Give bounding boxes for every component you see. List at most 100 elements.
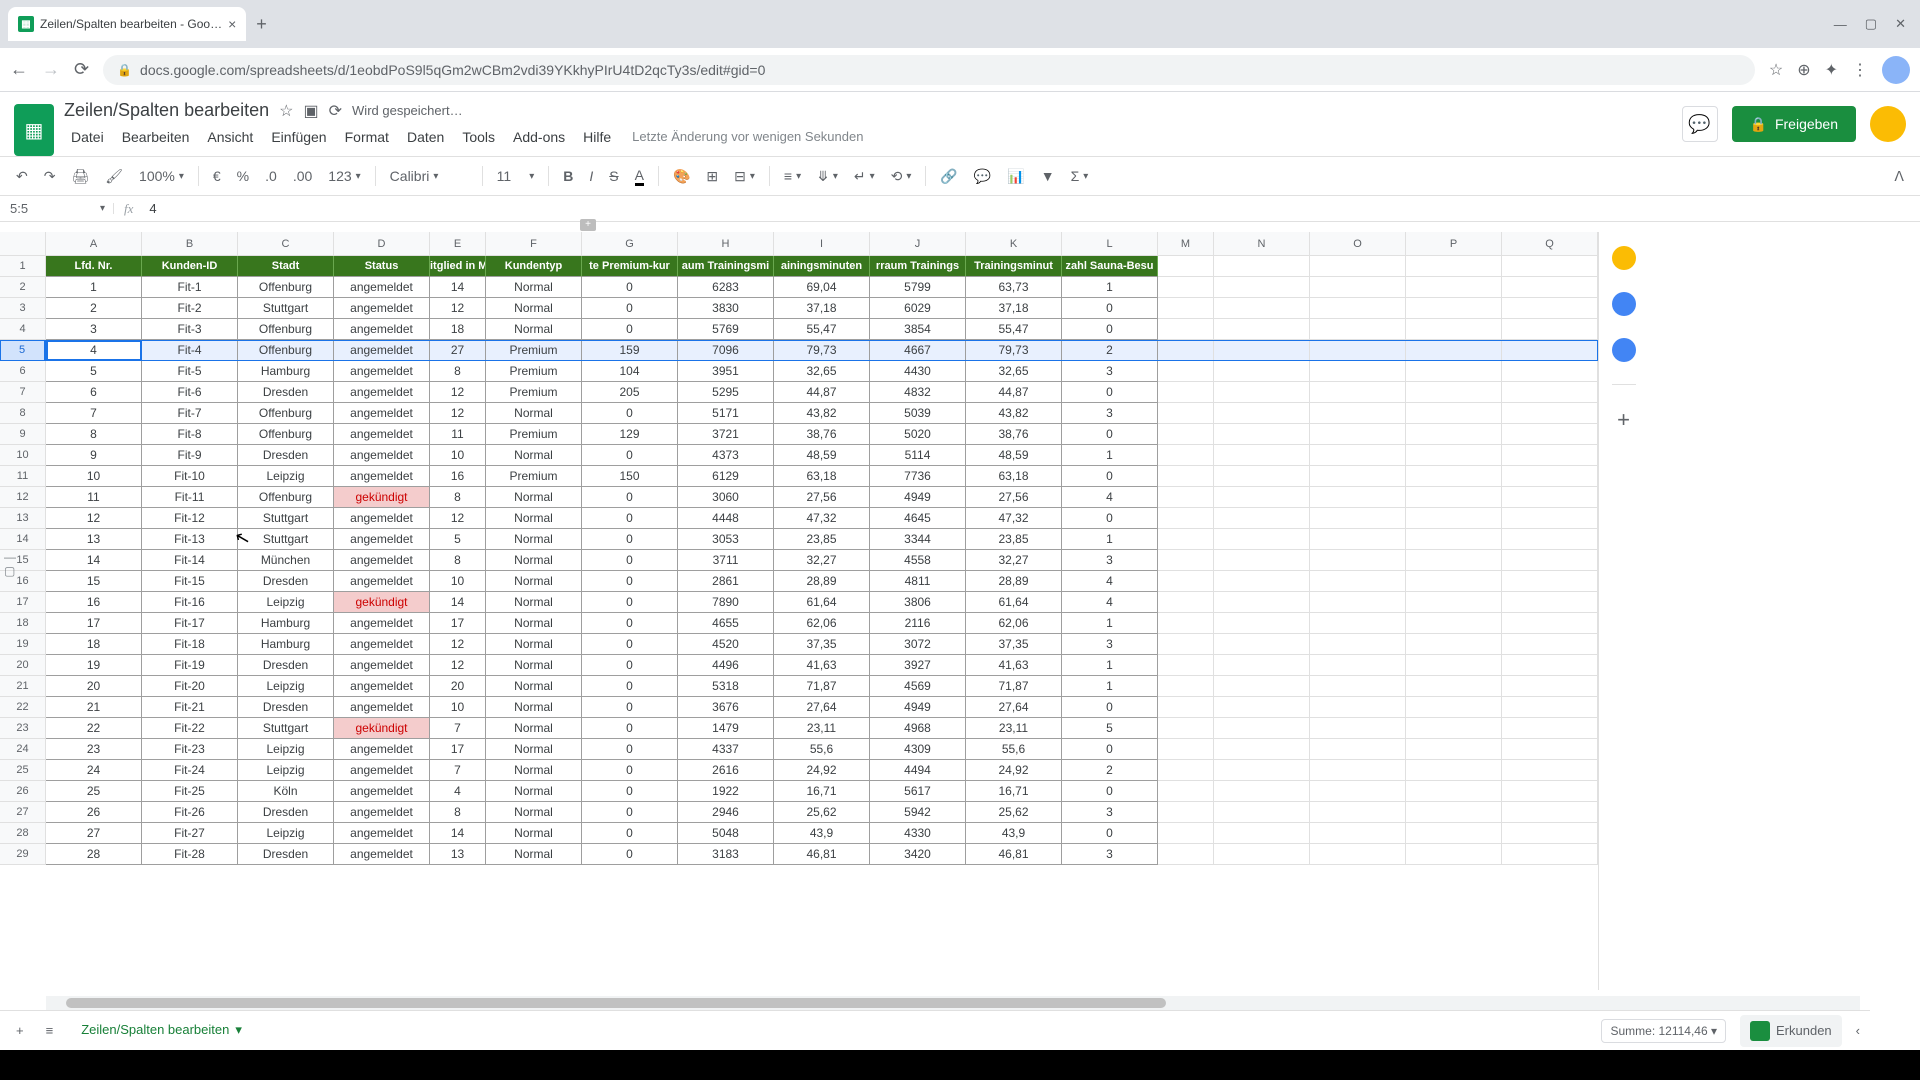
- cell[interactable]: 17: [430, 613, 486, 634]
- cell[interactable]: 37,35: [774, 634, 870, 655]
- cell[interactable]: [1214, 319, 1310, 340]
- cell[interactable]: Status: [334, 256, 430, 277]
- cell[interactable]: Leipzig: [238, 823, 334, 844]
- cell[interactable]: 20: [46, 676, 142, 697]
- cell[interactable]: [1502, 403, 1598, 424]
- cell[interactable]: Hamburg: [238, 613, 334, 634]
- cell[interactable]: Leipzig: [238, 676, 334, 697]
- menu-item-datei[interactable]: Datei: [64, 125, 111, 149]
- cell[interactable]: Fit-16: [142, 592, 238, 613]
- cell[interactable]: Fit-5: [142, 361, 238, 382]
- cell[interactable]: [1158, 592, 1214, 613]
- cell[interactable]: angemeldet: [334, 613, 430, 634]
- cell[interactable]: [1310, 613, 1406, 634]
- cell[interactable]: 5020: [870, 424, 966, 445]
- cell[interactable]: [1310, 508, 1406, 529]
- cell[interactable]: 37,35: [966, 634, 1062, 655]
- cell[interactable]: 0: [582, 760, 678, 781]
- cell[interactable]: 5: [430, 529, 486, 550]
- cell[interactable]: Fit-28: [142, 844, 238, 865]
- cell[interactable]: 8: [430, 802, 486, 823]
- cell[interactable]: [1310, 739, 1406, 760]
- cell[interactable]: 4373: [678, 445, 774, 466]
- cell[interactable]: Dresden: [238, 382, 334, 403]
- cell[interactable]: Fit-7: [142, 403, 238, 424]
- cell[interactable]: [1502, 823, 1598, 844]
- profile-avatar[interactable]: [1882, 56, 1910, 84]
- cell[interactable]: 43,82: [966, 403, 1062, 424]
- row-header[interactable]: 12: [0, 487, 46, 508]
- cell[interactable]: Fit-4: [142, 340, 238, 361]
- add-column-handle[interactable]: +: [580, 219, 596, 231]
- insert-chart-button[interactable]: 📊: [1001, 164, 1030, 189]
- cell[interactable]: [1310, 697, 1406, 718]
- cell[interactable]: [1406, 256, 1502, 277]
- row-header[interactable]: 20: [0, 655, 46, 676]
- cell[interactable]: [1502, 487, 1598, 508]
- cell[interactable]: Dresden: [238, 445, 334, 466]
- cell[interactable]: Normal: [486, 697, 582, 718]
- cell[interactable]: 3806: [870, 592, 966, 613]
- cell[interactable]: Fit-25: [142, 781, 238, 802]
- cell[interactable]: [1406, 529, 1502, 550]
- add-sheet-button[interactable]: +: [10, 1019, 30, 1042]
- insert-comment-button[interactable]: 💬: [968, 164, 997, 189]
- cell[interactable]: [1310, 256, 1406, 277]
- cell[interactable]: Normal: [486, 823, 582, 844]
- cell[interactable]: Köln: [238, 781, 334, 802]
- cell[interactable]: [1214, 697, 1310, 718]
- column-header[interactable]: M: [1158, 232, 1214, 256]
- row-header[interactable]: 24: [0, 739, 46, 760]
- cell[interactable]: 16,71: [774, 781, 870, 802]
- cell[interactable]: 14: [430, 592, 486, 613]
- cell[interactable]: 3927: [870, 655, 966, 676]
- cell[interactable]: angemeldet: [334, 298, 430, 319]
- cell[interactable]: 43,82: [774, 403, 870, 424]
- cell[interactable]: 12: [430, 298, 486, 319]
- cell[interactable]: Premium: [486, 340, 582, 361]
- cell[interactable]: [1214, 424, 1310, 445]
- cell[interactable]: Normal: [486, 781, 582, 802]
- cell[interactable]: 7890: [678, 592, 774, 613]
- cell[interactable]: 0: [582, 781, 678, 802]
- increase-decimal-button[interactable]: .00: [287, 164, 318, 188]
- cell[interactable]: [1214, 529, 1310, 550]
- cell[interactable]: 5: [46, 361, 142, 382]
- cell[interactable]: [1310, 319, 1406, 340]
- cell[interactable]: [1310, 403, 1406, 424]
- menu-item-daten[interactable]: Daten: [400, 125, 451, 149]
- spreadsheet-grid[interactable]: ABCDEFGHIJKLMNOPQ1Lfd. Nr.Kunden-IDStadt…: [0, 232, 1598, 990]
- cell[interactable]: 55,6: [966, 739, 1062, 760]
- cell[interactable]: 79,73: [966, 340, 1062, 361]
- bookmark-icon[interactable]: ☆: [1769, 60, 1783, 80]
- cell[interactable]: 69,04: [774, 277, 870, 298]
- insert-link-button[interactable]: 🔗: [934, 164, 963, 189]
- cell[interactable]: [1310, 277, 1406, 298]
- cell[interactable]: [1310, 529, 1406, 550]
- row-header[interactable]: 29: [0, 844, 46, 865]
- name-box[interactable]: 5:5: [0, 201, 100, 216]
- cell[interactable]: Normal: [486, 529, 582, 550]
- cell[interactable]: 24,92: [774, 760, 870, 781]
- cell[interactable]: 4: [1062, 571, 1158, 592]
- cell[interactable]: angemeldet: [334, 319, 430, 340]
- cell[interactable]: 16,71: [966, 781, 1062, 802]
- cell[interactable]: Fit-8: [142, 424, 238, 445]
- cell[interactable]: [1406, 718, 1502, 739]
- cell[interactable]: 18: [430, 319, 486, 340]
- cell[interactable]: Normal: [486, 445, 582, 466]
- cell[interactable]: Fit-6: [142, 382, 238, 403]
- cell[interactable]: Fit-15: [142, 571, 238, 592]
- cell[interactable]: 4520: [678, 634, 774, 655]
- cell[interactable]: [1502, 382, 1598, 403]
- cell[interactable]: Fit-23: [142, 739, 238, 760]
- cell[interactable]: 0: [582, 571, 678, 592]
- cell[interactable]: 71,87: [966, 676, 1062, 697]
- cell[interactable]: [1158, 550, 1214, 571]
- cell[interactable]: Fit-10: [142, 466, 238, 487]
- cell[interactable]: 1: [1062, 277, 1158, 298]
- row-header[interactable]: 18: [0, 613, 46, 634]
- cell[interactable]: 0: [582, 529, 678, 550]
- row-header[interactable]: 10: [0, 445, 46, 466]
- formula-input[interactable]: 4: [143, 201, 1920, 216]
